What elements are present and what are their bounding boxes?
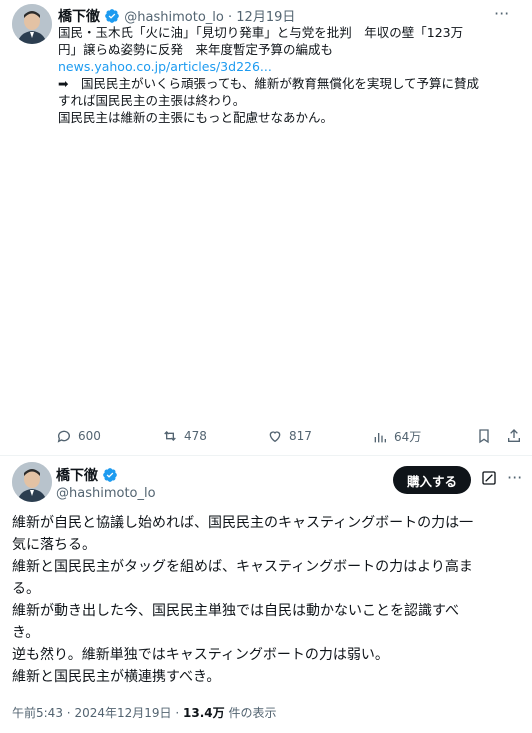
buy-button[interactable]: 購入する xyxy=(393,466,471,494)
separator-dot: · xyxy=(175,706,180,720)
author-handle[interactable]: @hashimoto_lo xyxy=(124,10,224,25)
more-options-icon[interactable]: ··· xyxy=(494,4,509,23)
view-count: 64万 xyxy=(394,430,422,444)
views-label: 件の表示 xyxy=(228,706,277,720)
bookmark-button[interactable] xyxy=(476,428,492,444)
separator-dot: · xyxy=(66,706,71,720)
author-name[interactable]: 橋下徹 xyxy=(56,468,98,484)
comment-line: すれば国民民主の主張は終わり。 xyxy=(58,93,246,108)
verified-badge-icon xyxy=(103,468,118,482)
tweet-line: 維新と国民民主がタッグを組めば、キャスティングボートの力はより高ま xyxy=(12,559,473,575)
tweet-date[interactable]: 12月19日 xyxy=(236,10,295,25)
author-avatar[interactable] xyxy=(12,4,52,44)
tweet-text: 維新が自民と協議し始めれば、国民民主のキャスティングボートの力は一 気に落ちる。… xyxy=(12,512,522,688)
quote-title-line: 国民・玉木氏「火に油」「見切り発車」と与党を批判 年収の壁「123万 xyxy=(58,25,464,40)
avatar-image xyxy=(12,4,52,44)
repost-count: 478 xyxy=(184,429,207,443)
comment-line: ➡ 国民民主がいくら頑張っても、維新が教育無償化を実現して予算に賛成 xyxy=(58,76,479,91)
share-icon xyxy=(508,429,520,442)
like-count: 817 xyxy=(289,429,312,443)
reply-count: 600 xyxy=(78,429,101,443)
author-handle[interactable]: @hashimoto_lo xyxy=(56,486,156,501)
comment-line: 国民民主は維新の主張にもっと配慮せなあかん。 xyxy=(58,110,334,125)
more-options-icon[interactable]: ··· xyxy=(507,468,522,487)
repost-icon xyxy=(164,431,176,441)
separator-dot: · xyxy=(228,10,233,25)
bookmark-icon xyxy=(479,429,489,444)
views-button[interactable]: 64万 xyxy=(372,428,421,445)
bar-chart-icon xyxy=(374,432,386,442)
tweet-line: 維新が自民と協議し始めれば、国民民主のキャスティングボートの力は一 xyxy=(12,515,474,531)
tweet-date[interactable]: 2024年12月19日 xyxy=(74,706,171,720)
tweet-meta: 午前5:43 · 2024年12月19日 · 13.4万 件の表示 xyxy=(12,704,276,721)
quote-title-line: 円」譲らぬ姿勢に反発 来年度暫定予算の編成も xyxy=(58,42,334,57)
avatar-image xyxy=(12,462,52,502)
article-link[interactable]: news.yahoo.co.jp/articles/3d226... xyxy=(58,59,272,74)
reply-button[interactable]: 600 xyxy=(56,428,101,444)
grok-icon[interactable] xyxy=(481,470,497,486)
tweet-line: 気に落ちる。 xyxy=(12,537,96,553)
verified-badge-icon xyxy=(105,9,119,23)
share-button[interactable] xyxy=(506,428,522,444)
heart-icon xyxy=(269,431,281,443)
repost-button[interactable]: 478 xyxy=(162,428,207,444)
tweet-line: 逆も然り。維新単独ではキャスティングボートの力は弱い。 xyxy=(12,647,389,663)
tweet-line: 維新が動き出した今、国民民主単独では自民は動かないことを認識すべ xyxy=(12,603,460,619)
like-button[interactable]: 817 xyxy=(267,428,312,444)
reply-icon xyxy=(57,430,70,443)
author-avatar[interactable] xyxy=(12,462,52,502)
views-count: 13.4万 xyxy=(183,706,225,720)
author-name[interactable]: 橋下徹 xyxy=(58,9,100,25)
tweet-time[interactable]: 午前5:43 xyxy=(12,706,63,720)
tweet-line: き。 xyxy=(12,625,40,641)
tweet-divider xyxy=(0,455,532,456)
tweet-line: る。 xyxy=(12,581,40,597)
tweet-actions: 600 478 817 64万 xyxy=(56,428,522,448)
tweet-line: 維新と国民民主が横連携すべき。 xyxy=(12,669,221,685)
tweet-text: 国民・玉木氏「火に油」「見切り発車」と与党を批判 年収の壁「123万 円」譲らぬ… xyxy=(58,24,520,126)
